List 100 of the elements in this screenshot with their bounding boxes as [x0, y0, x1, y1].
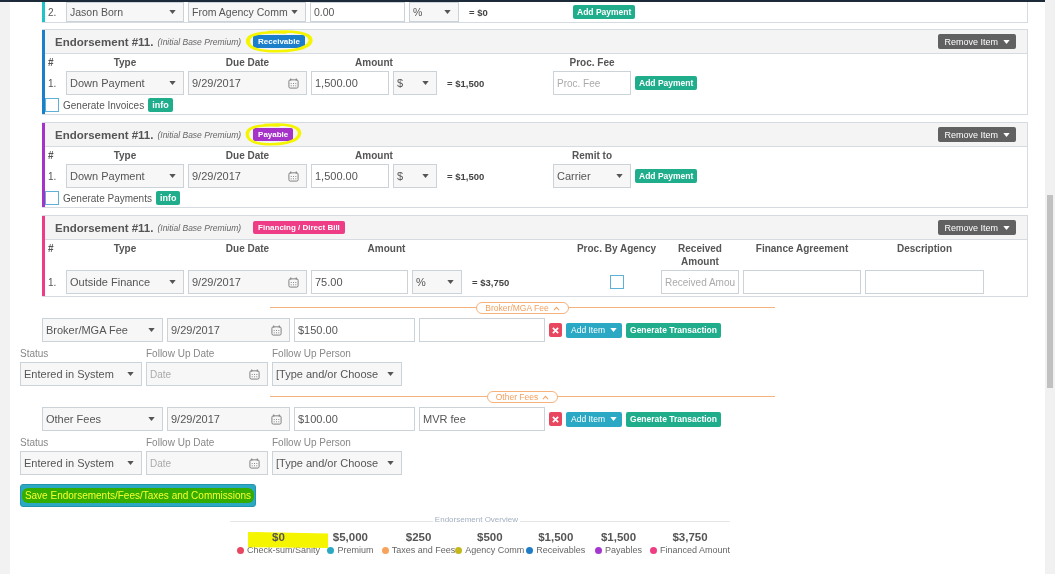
card-title: Endorsement #11.: [55, 221, 154, 234]
summary-value: $1,500: [600, 531, 637, 543]
column-header: #: [48, 242, 55, 255]
row-total: = $3,750: [471, 276, 511, 288]
calendar-icon: [288, 170, 299, 182]
date-field[interactable]: 9/29/2017: [188, 71, 307, 95]
input-field[interactable]: $100.00: [294, 407, 415, 431]
select-field[interactable]: Entered in System: [20, 362, 142, 386]
select-field[interactable]: Outside Finance: [66, 270, 184, 294]
caret-icon: [169, 174, 176, 178]
summary-label: Financed Amount: [659, 545, 730, 555]
close-icon: [552, 415, 559, 423]
status-badge: Receivable: [253, 35, 305, 48]
column-header: Due Date: [224, 56, 271, 69]
summary-label: Taxes and Fees: [391, 545, 456, 555]
caret-icon: [422, 174, 429, 178]
column-header: Received Amount: [677, 242, 723, 268]
input-field[interactable]: MVR fee: [419, 407, 545, 431]
date-field[interactable]: 9/29/2017: [167, 318, 290, 342]
select-field[interactable]: [Type and/or Choose: [272, 362, 402, 386]
input-field[interactable]: $150.00: [294, 318, 415, 342]
checkbox-label: Generate Invoices: [63, 99, 145, 111]
column-header: Amount: [366, 242, 407, 255]
select-field[interactable]: $: [393, 71, 437, 95]
remove-item-button[interactable]: Remove Item: [938, 220, 1016, 235]
delete-button[interactable]: [549, 412, 562, 426]
column-header: Due Date: [224, 149, 271, 162]
date-field[interactable]: 9/29/2017: [167, 407, 290, 431]
row-number: 1.: [48, 276, 58, 288]
input-field[interactable]: 0.00: [310, 2, 405, 22]
select-field[interactable]: %: [412, 270, 462, 294]
select-field[interactable]: Broker/MGA Fee: [42, 318, 163, 342]
field-label: Follow Up Date: [146, 437, 216, 448]
calendar-icon: [288, 77, 299, 89]
column-header: Description: [896, 242, 953, 255]
delete-button[interactable]: [549, 323, 562, 337]
select-field[interactable]: [Type and/or Choose: [272, 451, 402, 475]
remove-item-button[interactable]: Remove Item: [938, 127, 1016, 142]
section-title: Endorsement Overview: [432, 515, 520, 524]
select-field[interactable]: Down Payment: [66, 71, 184, 95]
row-total: = $0: [468, 6, 489, 18]
summary-value: $5,000: [332, 531, 368, 543]
input-field[interactable]: [419, 318, 545, 342]
status-badge: Payable: [253, 128, 294, 141]
select-field[interactable]: $: [393, 164, 437, 188]
checkbox-label: Generate Payments: [63, 192, 152, 204]
checkbox[interactable]: [45, 98, 59, 112]
caret-icon: [127, 461, 134, 465]
field-label: Follow Up Person: [272, 348, 352, 359]
row-number: 2.: [48, 6, 58, 18]
card-subtitle: (Initial Base Premium): [157, 36, 242, 47]
caret-icon: [387, 461, 394, 465]
column-header: Proc. By Agency: [576, 242, 657, 255]
select-field[interactable]: Down Payment: [66, 164, 184, 188]
column-header: Type: [112, 56, 138, 69]
column-header: Remit to: [571, 149, 613, 162]
input-field[interactable]: 1,500.00: [311, 71, 389, 95]
card-title: Endorsement #11.: [55, 35, 154, 48]
select-field[interactable]: Jason Born: [66, 2, 184, 22]
calendar-icon: [288, 276, 299, 288]
caret-icon: [148, 417, 155, 421]
calendar-icon: [249, 368, 260, 380]
status-badge: Financing / Direct Bill: [253, 221, 345, 234]
summary-value: $250: [405, 531, 432, 543]
caret-icon: [447, 280, 454, 284]
calendar-icon: [271, 413, 282, 425]
remove-item-button[interactable]: Remove Item: [938, 34, 1016, 49]
caret-icon: [148, 328, 155, 332]
summary-value: $500: [477, 531, 503, 543]
date-field[interactable]: 9/29/2017: [188, 270, 307, 294]
input-field[interactable]: 1,500.00: [311, 164, 389, 188]
input-field[interactable]: 75.00: [311, 270, 408, 294]
input-field[interactable]: [743, 270, 861, 294]
summary-label: Payables: [605, 545, 643, 555]
input-field[interactable]: [865, 270, 984, 294]
select-field[interactable]: Other Fees: [42, 407, 163, 431]
date-field[interactable]: 9/29/2017: [188, 164, 307, 188]
caret-icon: [169, 280, 176, 284]
checkbox[interactable]: [45, 191, 59, 205]
caret-icon: [422, 81, 429, 85]
column-header: #: [48, 56, 55, 69]
select-field[interactable]: Entered in System: [20, 451, 142, 475]
column-header: #: [48, 149, 55, 162]
summary-value: $3,750: [672, 531, 708, 543]
field-label: Status: [20, 348, 50, 359]
column-header: Finance Agreement: [754, 242, 850, 255]
scrollbar-thumb[interactable]: [1047, 195, 1053, 388]
caret-icon: [169, 81, 176, 85]
caret-icon: [1003, 39, 1010, 44]
select-field[interactable]: From Agency Comm: [188, 2, 306, 22]
calendar-icon: [271, 324, 282, 336]
summary-value: $1,500: [538, 531, 574, 543]
column-header: Proc. Fee: [568, 56, 616, 69]
select-field[interactable]: %: [409, 2, 459, 22]
column-header: Amount: [354, 56, 394, 69]
checkbox[interactable]: [609, 275, 624, 289]
scrollbar[interactable]: [1045, 0, 1055, 574]
select-field[interactable]: Carrier: [553, 164, 631, 188]
column-header: Due Date: [224, 242, 271, 255]
card-subtitle: (Initial Base Premium): [157, 129, 242, 140]
